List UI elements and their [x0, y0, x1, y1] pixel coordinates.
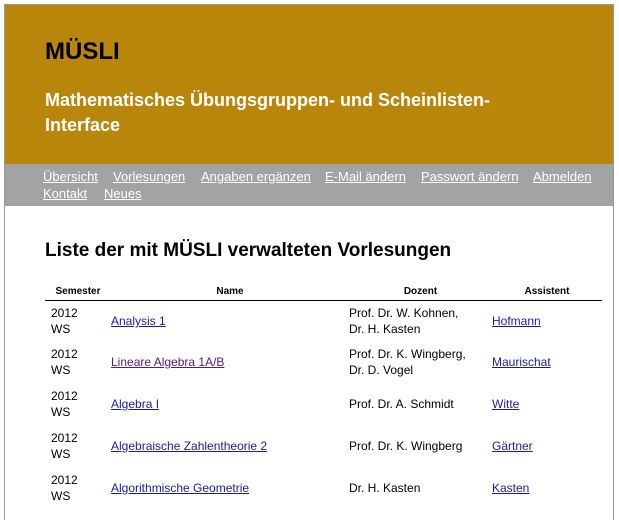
- site-header: MÜSLI Mathematisches Übungsgruppen- und …: [5, 5, 613, 164]
- dozent-cell: Prof. Dr. W. Kohnen, Dr. H. Kasten: [349, 306, 459, 336]
- name-cell: Algebra I: [111, 383, 349, 425]
- semester-cell: 2012 WS: [51, 347, 78, 377]
- col-assistent: Assistent: [492, 282, 602, 301]
- table-row: 2012 WS Algebra I Prof. Dr. A. Schmidt Wi…: [45, 383, 602, 425]
- lecture-link[interactable]: Algebraische Zahlentheorie 2: [111, 439, 267, 453]
- col-semester: Semester: [45, 282, 111, 301]
- dozent-cell: Prof. Dr. K. Wingberg, Dr. D. Vogel: [349, 347, 466, 377]
- assistent-link[interactable]: Witte: [492, 397, 519, 411]
- assistent-cell: Maurischat: [492, 341, 602, 383]
- assistent-cell: Hofmann: [492, 301, 602, 342]
- assistent-link[interactable]: Gärtner: [492, 439, 533, 453]
- semester-cell: 2012 WS: [51, 473, 78, 503]
- assistent-link[interactable]: Kasten: [492, 481, 529, 495]
- nav-bar: Übersicht Vorlesungen Angaben ergänzen E…: [5, 164, 613, 206]
- nav-neues[interactable]: Neues: [104, 186, 142, 201]
- nav-uebersicht[interactable]: Übersicht: [43, 169, 98, 184]
- nav-passwort-aendern[interactable]: Passwort ändern: [421, 169, 519, 184]
- nav-kontakt[interactable]: Kontakt: [43, 186, 87, 201]
- nav-abmelden[interactable]: Abmelden: [533, 169, 592, 184]
- assistent-cell: Gärtner: [492, 425, 602, 467]
- name-cell: Algebraische Zahlentheorie 2: [111, 425, 349, 467]
- lecture-link[interactable]: Algorithmische Geometrie: [111, 481, 249, 495]
- table-row: 2012 WS Algorithmische Geometrie Dr. H. K…: [45, 467, 602, 509]
- dozent-cell: Prof. Dr. K. Wingberg: [349, 439, 463, 453]
- nav-email-aendern[interactable]: E-Mail ändern: [325, 169, 406, 184]
- site-subtitle: Mathematisches Übungsgruppen- und Schein…: [45, 90, 491, 135]
- assistent-link[interactable]: Maurischat: [492, 355, 551, 369]
- assistent-link[interactable]: Hofmann: [492, 314, 541, 328]
- nav-vorlesungen[interactable]: Vorlesungen: [113, 169, 185, 184]
- semester-cell: 2012 WS: [51, 431, 78, 461]
- dozent-cell: Prof. Dr. A. Schmidt: [349, 397, 454, 411]
- lecture-table: Semester Name Dozent Assistent 2012 WS An…: [45, 282, 602, 509]
- assistent-cell: Kasten: [492, 467, 602, 509]
- assistent-cell: Witte: [492, 383, 602, 425]
- nav-angaben-ergaenzen[interactable]: Angaben ergänzen: [201, 169, 311, 184]
- lecture-link[interactable]: Analysis 1: [111, 314, 166, 328]
- page-frame: MÜSLI Mathematisches Übungsgruppen- und …: [4, 4, 614, 520]
- col-name: Name: [111, 282, 349, 301]
- table-row: 2012 WS Algebraische Zahlentheorie 2 Prof…: [45, 425, 602, 467]
- dozent-cell: Dr. H. Kasten: [349, 481, 421, 495]
- semester-cell: 2012 WS: [51, 306, 78, 336]
- semester-cell: 2012 WS: [51, 389, 78, 419]
- name-cell: Lineare Algebra 1A/B: [111, 341, 349, 383]
- lecture-link[interactable]: Lineare Algebra 1A/B: [111, 355, 224, 369]
- table-row: 2012 WS Analysis 1 Prof. Dr. W. Kohnen, Dr…: [45, 301, 602, 342]
- col-dozent: Dozent: [349, 282, 492, 301]
- site-title: MÜSLI: [45, 38, 120, 65]
- table-row: 2012 WS Lineare Algebra 1A/B Prof. Dr. K.…: [45, 341, 602, 383]
- lecture-link[interactable]: Algebra I: [111, 397, 159, 411]
- name-cell: Algorithmische Geometrie: [111, 467, 349, 509]
- page-title: Liste der mit MÜSLI verwalteten Vorlesun…: [45, 240, 452, 261]
- name-cell: Analysis 1: [111, 301, 349, 342]
